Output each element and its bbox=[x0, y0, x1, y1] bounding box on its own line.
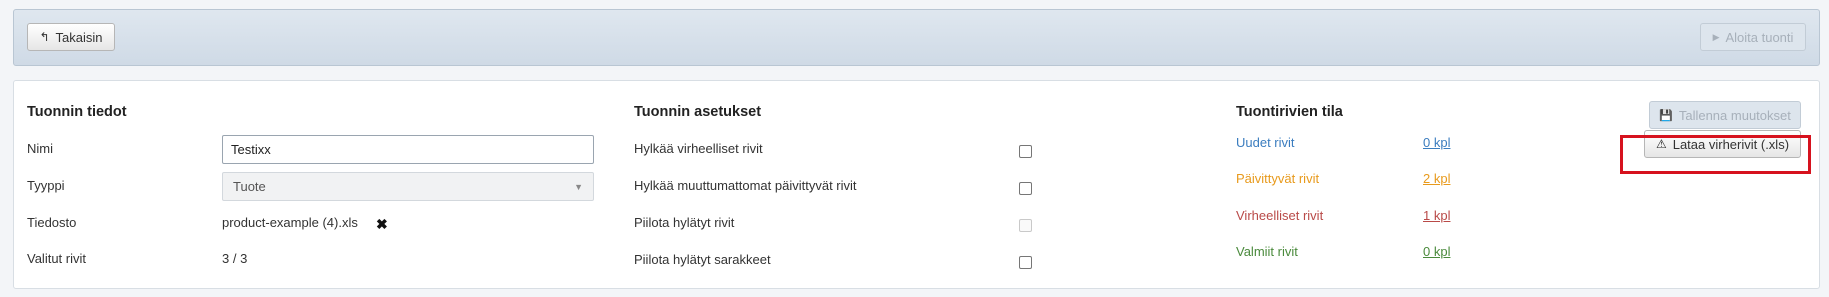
status-title: Tuontirivien tila bbox=[1236, 104, 1343, 120]
save-changes-button[interactable]: 💾 Tallenna muutokset bbox=[1649, 101, 1801, 129]
hide-rejected-columns-checkbox[interactable] bbox=[1019, 256, 1032, 269]
reject-unchanged-checkbox[interactable] bbox=[1019, 182, 1032, 195]
type-select[interactable]: Tuote ▼ bbox=[222, 172, 594, 201]
details-title: Tuonnin tiedot bbox=[27, 104, 127, 120]
status-updating-label: Päivittyvät rivit bbox=[1236, 171, 1320, 186]
hide-rejected-rows-checkbox[interactable] bbox=[1019, 219, 1032, 232]
remove-file-icon[interactable]: ✖ bbox=[376, 216, 388, 233]
option-label-hide-rejected-rows: Piilota hylätyt rivit bbox=[634, 215, 735, 230]
option-label-reject-invalid: Hylkää virheelliset rivit bbox=[634, 141, 763, 156]
status-ready-count[interactable]: 0 kpl bbox=[1423, 244, 1450, 259]
status-invalid-count[interactable]: 1 kpl bbox=[1423, 208, 1450, 223]
settings-title: Tuonnin asetukset bbox=[634, 104, 762, 120]
save-changes-label: Tallenna muutokset bbox=[1678, 107, 1791, 123]
start-import-button[interactable]: ▶ Aloita tuonti bbox=[1700, 23, 1806, 51]
status-updating-count[interactable]: 2 kpl bbox=[1423, 171, 1450, 186]
status-new-label: Uudet rivit bbox=[1236, 135, 1295, 150]
option-label-reject-unchanged: Hylkää muuttumattomat päivittyvät rivit bbox=[634, 178, 857, 193]
type-select-value: Tuote bbox=[233, 179, 266, 194]
selected-rows-label: Valitut rivit bbox=[27, 251, 86, 266]
download-error-rows-label: Lataa virherivit (.xls) bbox=[1672, 136, 1790, 152]
play-icon: ▶ bbox=[1712, 31, 1720, 42]
status-new-count[interactable]: 0 kpl bbox=[1423, 135, 1450, 150]
start-import-label: Aloita tuonti bbox=[1725, 29, 1794, 45]
type-label: Tyyppi bbox=[27, 178, 65, 193]
status-invalid-label: Virheelliset rivit bbox=[1236, 208, 1324, 223]
warning-icon: ⚠ bbox=[1655, 137, 1667, 151]
status-ready-label: Valmiit rivit bbox=[1236, 244, 1298, 259]
chevron-down-icon: ▼ bbox=[574, 181, 583, 192]
back-arrow-icon: ↰ bbox=[39, 30, 50, 44]
back-button-label: Takaisin bbox=[55, 29, 103, 45]
save-icon: 💾 bbox=[1659, 109, 1673, 122]
option-label-hide-rejected-columns: Piilota hylätyt sarakkeet bbox=[634, 252, 771, 267]
reject-invalid-checkbox[interactable] bbox=[1019, 145, 1032, 158]
back-button[interactable]: ↰ Takaisin bbox=[27, 23, 115, 51]
import-panel: Tuonnin tiedot Nimi Tyyppi Tuote ▼ Tiedo… bbox=[13, 80, 1820, 289]
file-name: product-example (4).xls bbox=[222, 215, 358, 230]
name-label: Nimi bbox=[27, 141, 53, 156]
toolbar: ↰ Takaisin ▶ Aloita tuonti bbox=[13, 9, 1820, 66]
file-label: Tiedosto bbox=[27, 215, 77, 230]
name-input[interactable] bbox=[222, 135, 594, 164]
selected-rows-value: 3 / 3 bbox=[222, 251, 248, 266]
download-error-rows-button[interactable]: ⚠ Lataa virherivit (.xls) bbox=[1644, 130, 1801, 158]
